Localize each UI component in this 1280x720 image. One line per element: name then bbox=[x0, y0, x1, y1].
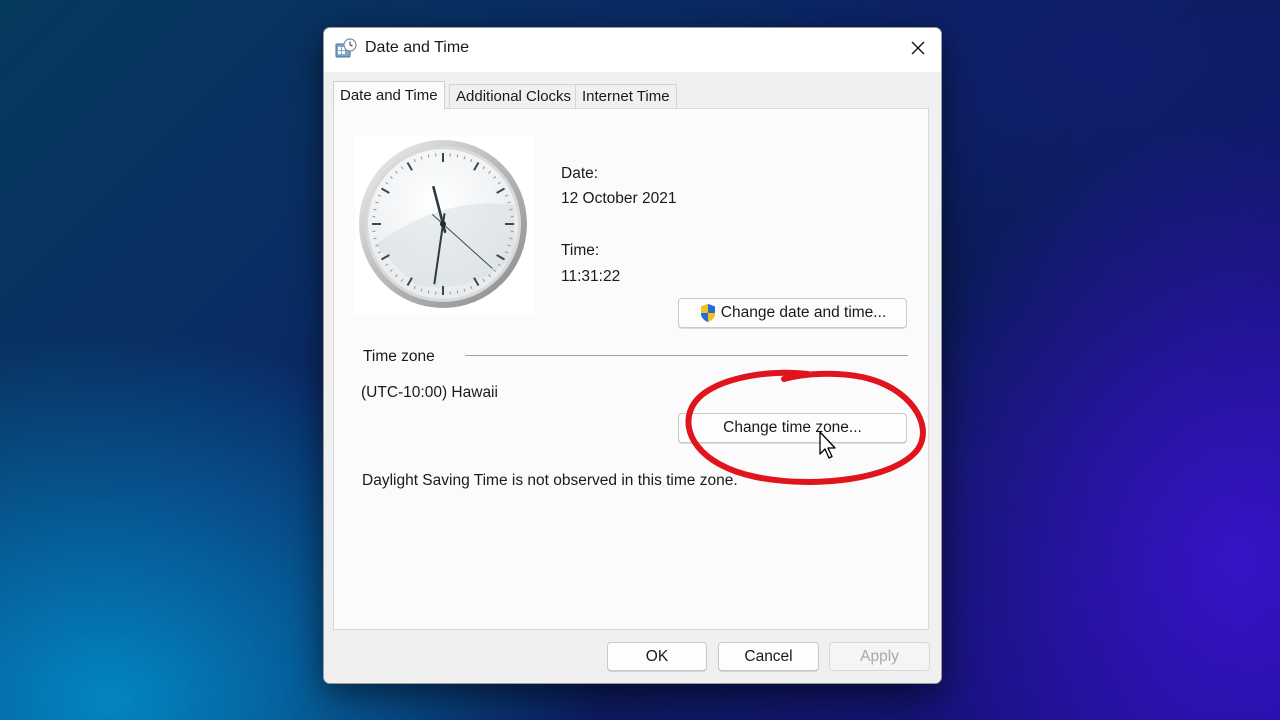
clock-minute-tick bbox=[427, 290, 430, 294]
clock-minute-tick bbox=[456, 154, 459, 158]
section-divider bbox=[465, 355, 908, 356]
mouse-pointer-icon bbox=[819, 431, 836, 459]
apply-button[interactable]: Apply bbox=[829, 642, 930, 671]
dialog-footer: OK Cancel Apply bbox=[324, 630, 941, 683]
date-label: Date: bbox=[561, 165, 599, 182]
cancel-button[interactable]: Cancel bbox=[718, 642, 819, 671]
tab-internet-time[interactable]: Internet Time bbox=[575, 84, 677, 108]
clock-center-pin bbox=[440, 221, 446, 227]
clock-minute-tick bbox=[509, 208, 513, 211]
close-icon bbox=[911, 41, 925, 55]
change-date-and-time-button[interactable]: Change date and time... bbox=[678, 298, 907, 328]
date-value: 12 October 2021 bbox=[561, 190, 677, 207]
clock-minute-tick bbox=[509, 237, 513, 240]
time-zone-section-label: Time zone bbox=[363, 348, 435, 365]
clock-settings-icon bbox=[335, 38, 357, 58]
dst-note: Daylight Saving Time is not observed in … bbox=[362, 472, 738, 489]
clock-minute-tick bbox=[373, 208, 377, 211]
tab-additional-clocks[interactable]: Additional Clocks bbox=[449, 84, 579, 108]
uac-shield-icon bbox=[700, 304, 715, 322]
time-zone-value: (UTC-10:00) Hawaii bbox=[361, 384, 498, 401]
clock-minute-tick bbox=[427, 154, 430, 158]
tab-panel: Date: 12 October 2021 Time: 11:31:22 Cha… bbox=[333, 108, 929, 630]
clock-face-icon bbox=[359, 140, 527, 308]
analog-clock bbox=[355, 135, 535, 315]
change-time-zone-button[interactable]: Change time zone... bbox=[678, 413, 907, 443]
close-button[interactable] bbox=[895, 28, 941, 68]
title-bar: Date and Time bbox=[324, 28, 941, 72]
change-date-and-time-label: Change date and time... bbox=[720, 304, 887, 321]
clock-minute-tick bbox=[373, 237, 377, 240]
change-time-zone-label: Change time zone... bbox=[723, 419, 862, 436]
ok-button[interactable]: OK bbox=[607, 642, 707, 671]
tab-date-and-time[interactable]: Date and Time bbox=[333, 81, 445, 109]
clock-minute-tick bbox=[456, 290, 459, 294]
time-value: 11:31:22 bbox=[561, 268, 621, 285]
date-and-time-dialog: Date and Time Date and Time Additional C… bbox=[323, 27, 942, 684]
time-label: Time: bbox=[561, 242, 600, 259]
window-title: Date and Time bbox=[365, 39, 470, 56]
